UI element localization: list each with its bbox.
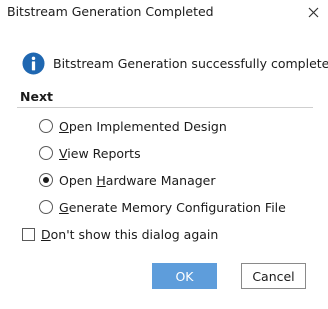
message-text: Bitstream Generation successfully comple… — [53, 55, 328, 71]
option-generate-memory-configuration-file[interactable]: Generate Memory Configuration File — [39, 198, 286, 216]
cancel-button[interactable]: Cancel — [241, 263, 306, 289]
ok-button[interactable]: OK — [152, 263, 217, 289]
bitstream-completed-dialog: Bitstream Generation Completed Bitstream… — [0, 0, 328, 309]
dont-show-again-checkbox[interactable] — [22, 227, 35, 241]
radio-button[interactable] — [39, 200, 53, 214]
title-bar: Bitstream Generation Completed — [0, 0, 328, 28]
option-open-implemented-design[interactable]: Open Implemented Design — [39, 117, 227, 135]
dont-show-again-label: Don't show this dialog again — [41, 226, 219, 242]
dialog-title: Bitstream Generation Completed — [7, 4, 214, 19]
close-icon — [308, 7, 318, 17]
option-view-reports[interactable]: View Reports — [39, 144, 141, 162]
option-label: View Reports — [59, 145, 141, 161]
option-label: Open Implemented Design — [59, 118, 227, 134]
message-row: Bitstream Generation successfully comple… — [22, 51, 328, 75]
dont-show-again-row[interactable]: Don't show this dialog again — [22, 225, 218, 243]
info-icon — [22, 51, 45, 75]
radio-button[interactable] — [39, 146, 53, 160]
radio-button[interactable] — [39, 119, 53, 133]
close-button[interactable] — [302, 2, 324, 22]
section-separator — [17, 107, 313, 108]
radio-button-selected[interactable] — [39, 173, 53, 187]
option-label: Generate Memory Configuration File — [59, 199, 286, 215]
option-open-hardware-manager[interactable]: Open Hardware Manager — [39, 171, 216, 189]
next-section-label: Next — [20, 89, 53, 104]
option-label: Open Hardware Manager — [59, 172, 216, 188]
